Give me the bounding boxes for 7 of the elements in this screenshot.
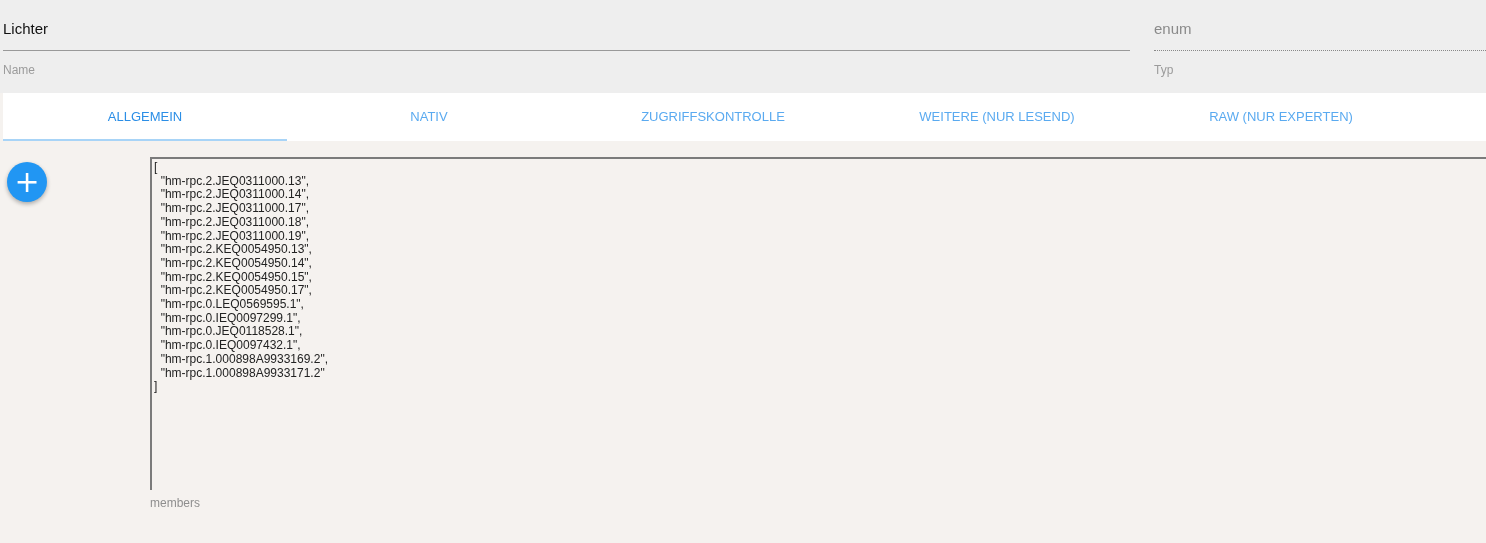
members-label: members [150, 496, 200, 510]
name-label: Name [3, 63, 36, 77]
name-field[interactable]: Lichter [3, 18, 1130, 51]
type-label: Typ [1154, 63, 1175, 77]
name-input[interactable]: Lichter [3, 18, 1130, 38]
add-button[interactable]: + [7, 162, 47, 202]
members-field[interactable]: [ "hm-rpc.2.JEQ0311000.13", "hm-rpc.2.JEQ0311000.14", "hm-rpc.2.JEQ0311000.17", "hm-rpc.2.JEQ0311000.18", "hm-rpc.2.JEQ0311000.19", "hm-rpc.2.KEQ0054950.13", "hm-rpc.2.KEQ0054950.14", "hm-rpc.2.KEQ0054950.15", "hm-rpc.2.KEQ0054950.17", "hm-rpc.0.LEQ0569595.1", "hm-rpc.0.IEQ0097299.1", "hm-rpc.0.JEQ0118528.1", "hm-rpc.0.IEQ0097432.1", "hm-rpc.1.000898A9933169.2", "hm-rpc.1.000898A9933171.2" ] [150, 157, 1486, 490]
